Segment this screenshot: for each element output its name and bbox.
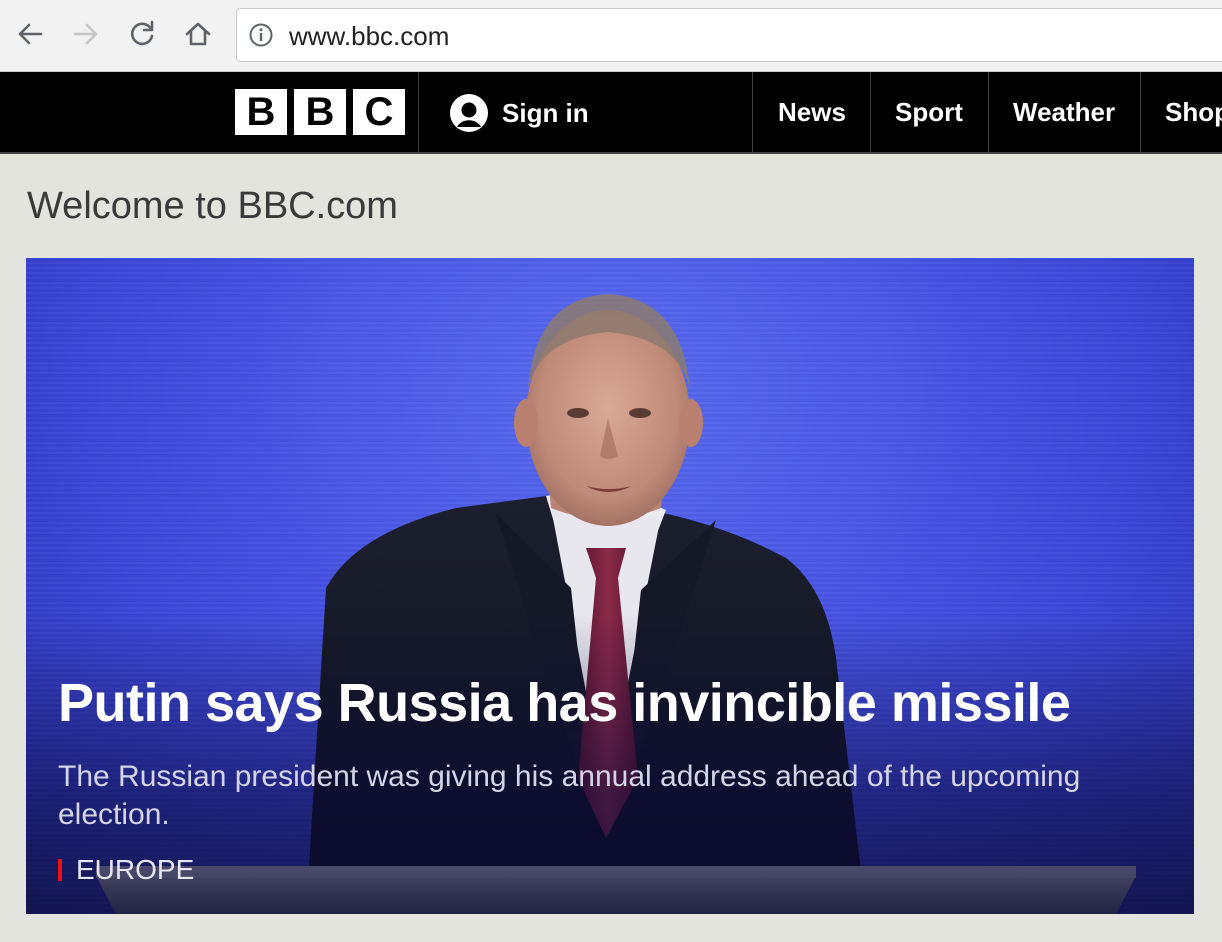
masthead-divider: [1140, 72, 1141, 152]
nav-item-shop[interactable]: Shop: [1165, 72, 1222, 152]
home-icon: [185, 22, 211, 46]
masthead-divider: [752, 72, 753, 152]
nav-item-sport[interactable]: Sport: [895, 72, 963, 152]
address-bar[interactable]: www.bbc.com: [236, 8, 1222, 62]
url-text: www.bbc.com: [289, 21, 450, 51]
forward-button[interactable]: [68, 16, 104, 52]
hero-story[interactable]: Putin says Russia has invincible missile…: [26, 258, 1194, 914]
home-button[interactable]: [180, 16, 216, 52]
logo-block: C: [353, 89, 405, 135]
forward-arrow-icon: [73, 23, 98, 45]
info-icon[interactable]: [249, 23, 273, 47]
sign-in-label: Sign in: [502, 97, 589, 128]
nav-item-news[interactable]: News: [778, 72, 846, 152]
masthead-divider: [418, 72, 419, 152]
bbc-logo[interactable]: B B C: [235, 89, 405, 135]
browser-toolbar: www.bbc.com: [0, 0, 1222, 72]
user-icon: [450, 94, 488, 132]
reload-button[interactable]: [124, 16, 160, 52]
nav-item-weather[interactable]: Weather: [1013, 72, 1115, 152]
headline-link[interactable]: Putin says Russia has invincible missile: [58, 672, 1071, 734]
section-tag-bar: [58, 859, 62, 881]
bbc-masthead: B B C Sign in News Sport Weather Shop: [0, 72, 1222, 154]
story-summary: The Russian president was giving his ann…: [58, 760, 1081, 831]
back-button[interactable]: [12, 16, 48, 52]
logo-block: B: [294, 89, 346, 135]
section-tag[interactable]: EUROPE: [58, 854, 194, 886]
reload-icon: [131, 20, 154, 46]
sign-in-link[interactable]: Sign in: [450, 94, 589, 132]
logo-block: B: [235, 89, 287, 135]
back-arrow-icon: [18, 23, 43, 45]
page-title: Welcome to BBC.com: [27, 185, 398, 227]
masthead-divider: [870, 72, 871, 152]
masthead-divider: [988, 72, 989, 152]
section-tag-label: EUROPE: [76, 854, 195, 885]
